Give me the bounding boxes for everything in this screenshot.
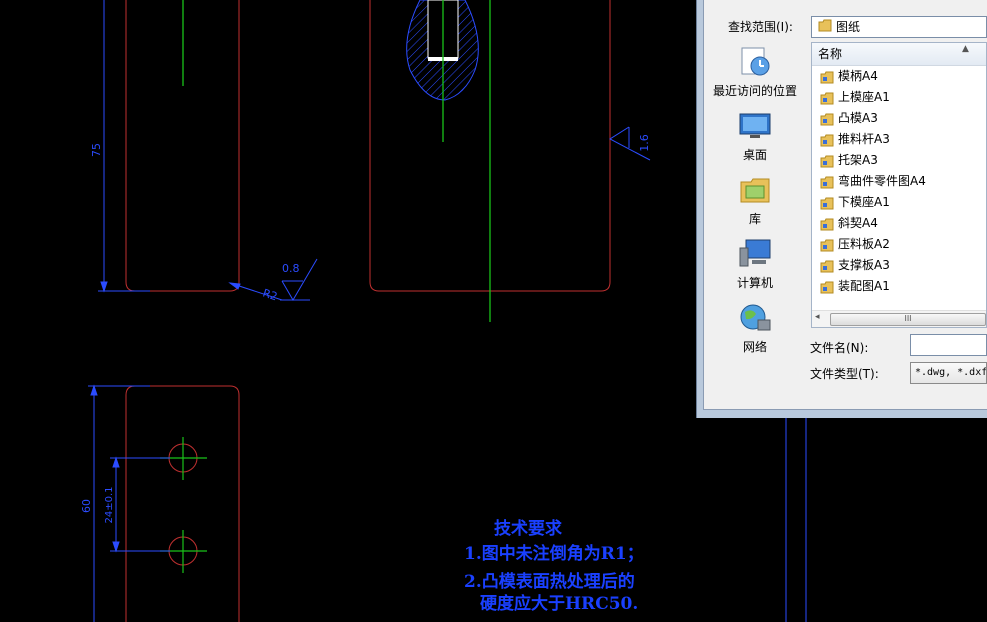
part-outline-lower-left — [125, 385, 240, 622]
file-item-label: 支撑板A3 — [838, 258, 890, 272]
roughness-text-1-6: 1.6 — [638, 134, 651, 152]
tech-requirements-line-1: 1.图中未注倒角为R1； — [464, 544, 644, 564]
place-label: 桌面 — [742, 148, 767, 162]
place-label: 最近访问的位置 — [712, 84, 797, 98]
file-item[interactable]: 支撑板A3 — [812, 255, 986, 276]
file-item-label: 模柄A4 — [838, 69, 878, 83]
file-item-label: 推料杆A3 — [838, 132, 890, 146]
file-item[interactable]: 推料杆A3 — [812, 129, 986, 150]
file-item-label: 下模座A1 — [838, 195, 890, 209]
file-item[interactable]: 装配图A1 — [812, 276, 986, 297]
scroll-left-arrow-icon[interactable]: ◂ — [815, 312, 820, 322]
file-item-label: 托架A3 — [838, 153, 878, 167]
file-list[interactable]: 名称 ▲ 模柄A4 上模座A1 凸模A3 推料杆A3 托架A3 弯曲件零件图A4 下模座A1… — [811, 42, 987, 328]
file-type-select[interactable]: *.dwg, *.dxf — [910, 362, 987, 384]
file-item-label: 弯曲件零件图A4 — [838, 174, 926, 188]
file-item-label: 凸模A3 — [838, 111, 878, 125]
horizontal-scrollbar[interactable]: ◂ III — [812, 310, 986, 327]
dim-text-60: 60 — [80, 499, 93, 513]
scroll-thumb[interactable]: III — [830, 313, 986, 326]
tech-requirements-line-3: 硬度应大于HRC50. — [480, 594, 639, 614]
column-header-name[interactable]: 名称 ▲ — [812, 43, 986, 66]
libraries-icon — [738, 174, 772, 206]
dimension-60 — [88, 384, 150, 622]
cad-file-icon — [820, 280, 834, 301]
recent-places-icon — [738, 46, 772, 78]
dim-text-75: 75 — [90, 143, 103, 157]
place-desktop[interactable]: 桌面 — [710, 110, 800, 172]
scroll-thumb-grip: III — [904, 314, 912, 323]
place-recent[interactable]: 最近访问的位置 — [710, 46, 800, 108]
file-item[interactable]: 压料板A2 — [812, 234, 986, 255]
look-in-combo[interactable]: 图纸 — [811, 16, 987, 38]
file-item-label: 压料板A2 — [838, 237, 890, 251]
file-item-label: 斜契A4 — [838, 216, 878, 230]
roughness-text-0-8: 0.8 — [282, 262, 300, 275]
file-item[interactable]: 模柄A4 — [812, 66, 986, 87]
dim-text-24: 24±0.1 — [104, 486, 115, 523]
dimension-75 — [98, 0, 150, 293]
place-label: 计算机 — [736, 276, 773, 290]
dialog-body: 查找范围(I): 图纸 最近访问的位置 桌面 库 计算机 网络 名称 ▲ 模柄A… — [703, 0, 987, 410]
part-outline-right — [785, 418, 807, 622]
dimension-24 — [110, 456, 170, 553]
column-header-label: 名称 — [818, 47, 843, 61]
place-label: 库 — [748, 212, 761, 226]
places-bar: 最近访问的位置 桌面 库 计算机 网络 — [710, 44, 800, 364]
file-item[interactable]: 下模座A1 — [812, 192, 986, 213]
file-item-label: 上模座A1 — [838, 90, 890, 104]
folder-icon — [818, 18, 832, 38]
place-network[interactable]: 网络 — [710, 302, 800, 364]
file-item[interactable]: 斜契A4 — [812, 213, 986, 234]
dim-text-r2: R2 — [261, 286, 279, 303]
file-item[interactable]: 上模座A1 — [812, 87, 986, 108]
look-in-value: 图纸 — [836, 20, 861, 34]
file-name-input[interactable] — [910, 334, 987, 356]
network-icon — [738, 302, 772, 334]
place-libraries[interactable]: 库 — [710, 174, 800, 236]
file-name-label: 文件名(N): — [810, 341, 869, 355]
open-file-dialog: 查找范围(I): 图纸 最近访问的位置 桌面 库 计算机 网络 名称 ▲ 模柄A… — [696, 0, 987, 418]
desktop-icon — [738, 110, 772, 142]
file-item[interactable]: 托架A3 — [812, 150, 986, 171]
computer-icon — [738, 238, 772, 270]
file-item[interactable]: 弯曲件零件图A4 — [812, 171, 986, 192]
file-rows: 模柄A4 上模座A1 凸模A3 推料杆A3 托架A3 弯曲件零件图A4 下模座A1 斜契A4 压… — [812, 66, 986, 297]
place-computer[interactable]: 计算机 — [710, 238, 800, 300]
tech-requirements-title: 技术要求 — [494, 519, 562, 539]
file-item-label: 装配图A1 — [838, 279, 890, 293]
sort-ascending-icon: ▲ — [962, 44, 969, 54]
place-label: 网络 — [742, 340, 767, 354]
file-type-label: 文件类型(T): — [810, 367, 879, 381]
file-item[interactable]: 凸模A3 — [812, 108, 986, 129]
look-in-label: 查找范围(I): — [728, 20, 793, 34]
hole-center-marks — [160, 437, 207, 573]
